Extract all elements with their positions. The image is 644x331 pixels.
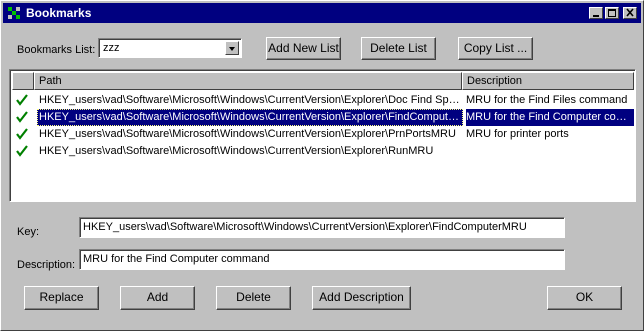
close-icon: [626, 8, 634, 17]
bookmarks-list-select[interactable]: zzz: [98, 38, 242, 58]
minimize-icon: [593, 15, 599, 17]
row-path: HKEY_users\vad\Software\Microsoft\Window…: [39, 145, 434, 157]
list-item[interactable]: HKEY_users\vad\Software\Microsoft\Window…: [12, 92, 633, 109]
bookmarks-window: Bookmarks Bookmarks List: zzz Add New Li…: [0, 0, 644, 331]
key-label: Key:: [17, 226, 40, 238]
bookmarks-listview[interactable]: Path Description HKEY_users\vad\Software…: [9, 69, 636, 202]
column-header-state[interactable]: [12, 72, 34, 90]
row-path: HKEY_users\vad\Software\Microsoft\Window…: [39, 94, 463, 106]
column-header-path[interactable]: Path: [34, 72, 462, 90]
delete-button[interactable]: Delete: [216, 286, 291, 310]
maximize-button[interactable]: [605, 7, 619, 19]
list-item-selected[interactable]: HKEY_users\vad\Software\Microsoft\Window…: [12, 109, 634, 126]
chevron-down-icon[interactable]: [225, 41, 239, 55]
checkmark-icon: [16, 111, 28, 123]
minimize-button[interactable]: [589, 7, 603, 19]
bookmarks-list-value: zzz: [103, 42, 120, 54]
row-path: HKEY_users\vad\Software\Microsoft\Window…: [39, 128, 456, 140]
row-description: MRU for printer ports: [466, 128, 569, 140]
key-field[interactable]: HKEY_users\vad\Software\Microsoft\Window…: [79, 217, 565, 238]
ok-button[interactable]: OK: [547, 286, 622, 310]
add-new-list-button[interactable]: Add New List: [266, 37, 341, 60]
add-button[interactable]: Add: [120, 286, 195, 310]
delete-list-button[interactable]: Delete List: [361, 37, 436, 60]
registry-tree-icon: [7, 6, 21, 20]
replace-button[interactable]: Replace: [24, 286, 99, 310]
title-bar[interactable]: Bookmarks: [3, 3, 641, 23]
list-item[interactable]: HKEY_users\vad\Software\Microsoft\Window…: [12, 126, 633, 143]
checkmark-icon: [16, 145, 28, 157]
description-field[interactable]: MRU for the Find Computer command: [79, 249, 565, 270]
row-path: HKEY_users\vad\Software\Microsoft\Window…: [37, 109, 463, 126]
list-item[interactable]: HKEY_users\vad\Software\Microsoft\Window…: [12, 143, 633, 160]
column-header-description[interactable]: Description: [462, 72, 634, 90]
add-description-button[interactable]: Add Description: [312, 286, 411, 310]
bookmarks-list-label: Bookmarks List:: [17, 44, 96, 56]
window-title: Bookmarks: [26, 6, 92, 20]
checkmark-icon: [16, 128, 28, 140]
copy-list-button[interactable]: Copy List ...: [458, 37, 533, 60]
row-description: MRU for the Find Computer command: [466, 109, 634, 126]
checkmark-icon: [16, 94, 28, 106]
row-description: MRU for the Find Files command: [466, 94, 628, 106]
description-label: Description:: [17, 259, 76, 271]
close-button[interactable]: [623, 7, 637, 19]
